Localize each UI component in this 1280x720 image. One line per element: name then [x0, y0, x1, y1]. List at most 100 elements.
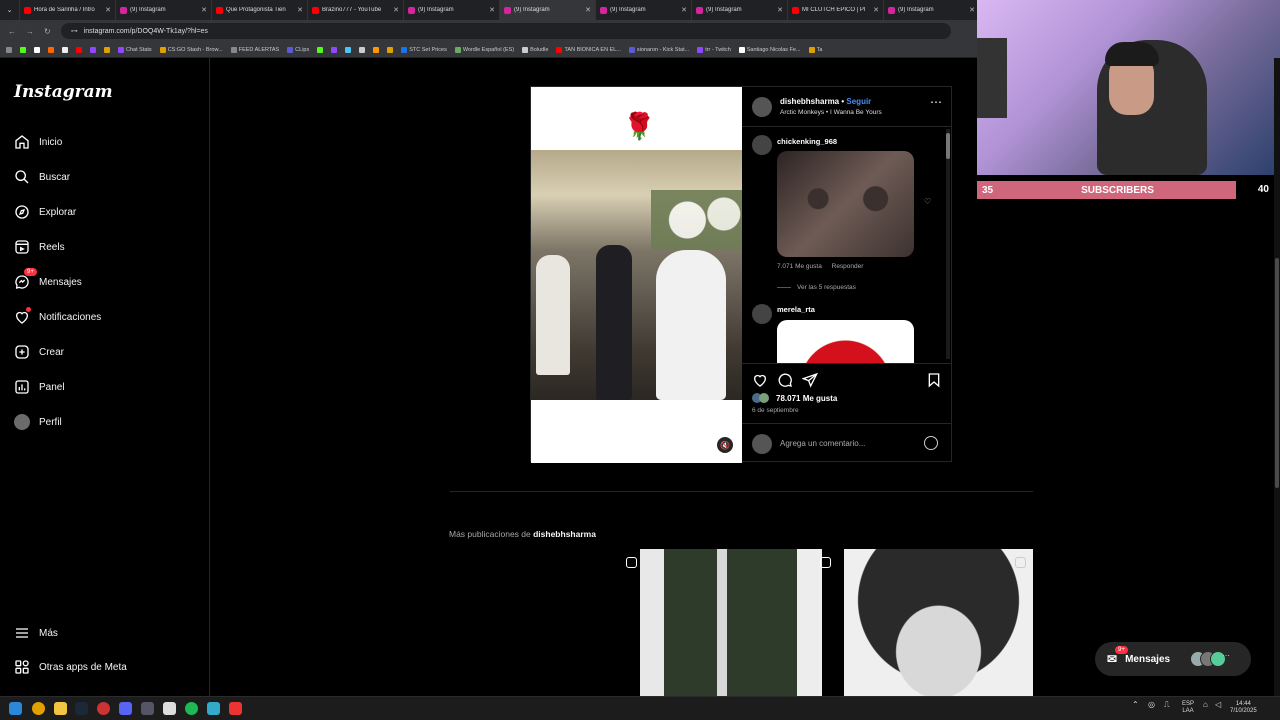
volume-icon[interactable]: ◁ [1215, 701, 1221, 709]
comment-username[interactable]: merela_rta [777, 305, 815, 314]
steam-tray-icon[interactable]: ◎ [1148, 701, 1155, 709]
sidebar-item-explorar[interactable]: Explorar [14, 204, 76, 220]
scrollbar-thumb[interactable] [946, 133, 950, 159]
close-icon[interactable]: ✕ [777, 6, 783, 14]
sidebar-item-notificaciones[interactable]: Notificaciones [14, 307, 101, 325]
bookmark-icon[interactable] [48, 46, 54, 53]
browser-tab[interactable]: Brazino777 - YouTube ✕ [308, 0, 404, 20]
comment-icon[interactable] [777, 372, 793, 388]
browser-tab[interactable]: Hora de Sarinha / Intro ✕ [20, 0, 116, 20]
browser-tab[interactable]: (9) Instagram ✕ [116, 0, 212, 20]
bookmark-chat-stats[interactable]: Chat Stats [118, 46, 152, 53]
apps-icon[interactable] [6, 46, 12, 53]
emoji-icon[interactable] [924, 436, 938, 450]
page-scrollbar[interactable] [1274, 58, 1280, 696]
comment-avatar[interactable] [752, 304, 772, 324]
browser-tab[interactable]: (9) Instagram ✕ [596, 0, 692, 20]
bookmark-icon[interactable] [62, 46, 68, 53]
bookmark-icon[interactable] [387, 46, 394, 53]
comment-username[interactable]: chickenking_968 [777, 137, 837, 146]
bookmark-icon[interactable] [104, 46, 110, 53]
browser-tab[interactable]: MI CLUTCH EPICO | PI ✕ [788, 0, 884, 20]
back-icon[interactable]: ← [8, 27, 16, 36]
save-icon[interactable] [926, 372, 942, 388]
page-scrollbar-thumb[interactable] [1275, 258, 1279, 488]
bookmark-icon[interactable] [90, 46, 96, 53]
bookmark-icon[interactable] [345, 46, 352, 53]
language-indicator[interactable]: ESP LAA [1182, 701, 1194, 715]
bookmark-icon[interactable] [359, 46, 366, 53]
comment-like-icon[interactable]: ♡ [924, 197, 931, 206]
clock[interactable]: 14:44 7/10/2025 [1230, 701, 1257, 715]
comment-likes[interactable]: 7.071 Me gusta [777, 263, 822, 270]
browser-tab[interactable]: (9) Instagram ✕ [404, 0, 500, 20]
sidebar-item-buscar[interactable]: Buscar [14, 169, 70, 185]
windows-start-icon[interactable] [9, 702, 22, 715]
forward-icon[interactable]: → [26, 27, 34, 36]
file-explorer-icon[interactable] [54, 702, 67, 715]
mute-icon[interactable]: 🔇 [717, 437, 733, 453]
spotify-icon[interactable] [185, 702, 198, 715]
add-comment-input[interactable]: Agrega un comentario... [780, 439, 865, 448]
reply-button[interactable]: Responder [832, 263, 864, 270]
bookmark-wordle[interactable]: Wordle Español (ES) [454, 46, 514, 53]
bookmark-stc-set-prices[interactable]: STC Set Prices [401, 46, 447, 53]
discord-icon[interactable] [119, 702, 132, 715]
browser-tab[interactable]: Que Protagonista Tien ✕ [212, 0, 308, 20]
bookmark-icon[interactable] [317, 46, 324, 53]
reload-icon[interactable]: ↻ [44, 27, 51, 36]
tray-chevron-icon[interactable]: ⌃ [1132, 701, 1139, 709]
post-media[interactable]: 🌹 🔇 [531, 87, 742, 463]
sidebar-item-inicio[interactable]: Inicio [14, 134, 62, 150]
sidebar-item-reels[interactable]: Reels [14, 239, 65, 255]
close-icon[interactable]: ✕ [969, 6, 975, 14]
steam-icon[interactable] [75, 702, 88, 715]
bookmark-icon[interactable] [331, 46, 338, 53]
bookmark-csgo-stash[interactable]: CS:GO Stash - Brow... [159, 46, 223, 53]
more-posts-username[interactable]: dishebhsharma [533, 529, 596, 539]
close-icon[interactable]: ✕ [297, 6, 303, 14]
close-icon[interactable]: ✕ [873, 6, 879, 14]
bookmark-kick-stats[interactable]: sionaron - Kick Stat... [628, 46, 689, 53]
author-username[interactable]: dishebhsharma [780, 97, 839, 106]
view-replies-button[interactable]: Ver las 5 respuestas [777, 284, 856, 291]
like-icon[interactable] [752, 372, 768, 388]
sidebar-item-panel[interactable]: Panel [14, 379, 65, 395]
comments-scrollbar[interactable] [946, 129, 950, 359]
bookmark-icon[interactable] [34, 46, 40, 53]
chrome-icon[interactable] [32, 702, 45, 715]
bookmark-clips[interactable]: CLips [287, 46, 309, 53]
sidebar-item-meta-apps[interactable]: Otras apps de Meta [14, 659, 127, 675]
bookmark-tiktok[interactable]: Santiago Nicolas Fe... [738, 46, 801, 53]
app-icon[interactable] [207, 702, 220, 715]
author-avatar[interactable] [752, 97, 772, 117]
usb-icon[interactable]: ⎍ [1164, 701, 1170, 709]
network-icon[interactable]: ⌂ [1203, 701, 1208, 709]
app-icon[interactable] [141, 702, 154, 715]
bookmark-icon[interactable] [373, 46, 380, 53]
follow-button[interactable]: Seguir [846, 97, 871, 106]
site-info-icon[interactable]: ⊶ [71, 27, 78, 35]
close-icon[interactable]: ✕ [105, 6, 111, 14]
post-song[interactable]: Arctic Monkeys • I Wanna Be Yours [780, 109, 882, 116]
instagram-logo[interactable]: Instagram [14, 82, 113, 102]
close-icon[interactable]: ✕ [489, 6, 495, 14]
kick-icon[interactable] [20, 46, 26, 53]
app-icon[interactable] [229, 702, 242, 715]
close-icon[interactable]: ✕ [681, 6, 687, 14]
browser-tab[interactable]: (9) Instagram ✕ [692, 0, 788, 20]
sidebar-item-crear[interactable]: Crear [14, 344, 64, 360]
bookmark-feed-alertas[interactable]: FEED ALERTAS [230, 46, 279, 53]
likes-count[interactable]: 78.071 Me gusta [776, 394, 837, 403]
share-icon[interactable] [802, 372, 818, 388]
url-field[interactable]: ⊶ instagram.com/p/DOQ4W-Tk1ay/?hl=es [60, 23, 951, 39]
bookmark-folder[interactable]: Ta [808, 46, 822, 53]
close-icon[interactable]: ✕ [201, 6, 207, 14]
close-icon[interactable]: ✕ [585, 6, 591, 14]
more-options-icon[interactable]: ⋯ [930, 95, 942, 109]
app-icon[interactable] [97, 702, 110, 715]
close-icon[interactable]: ✕ [393, 6, 399, 14]
browser-tab[interactable]: (9) Instagram ✕ [884, 0, 977, 20]
more-post-thumbnail[interactable] [622, 549, 839, 696]
sidebar-item-mas[interactable]: Más [14, 625, 58, 641]
